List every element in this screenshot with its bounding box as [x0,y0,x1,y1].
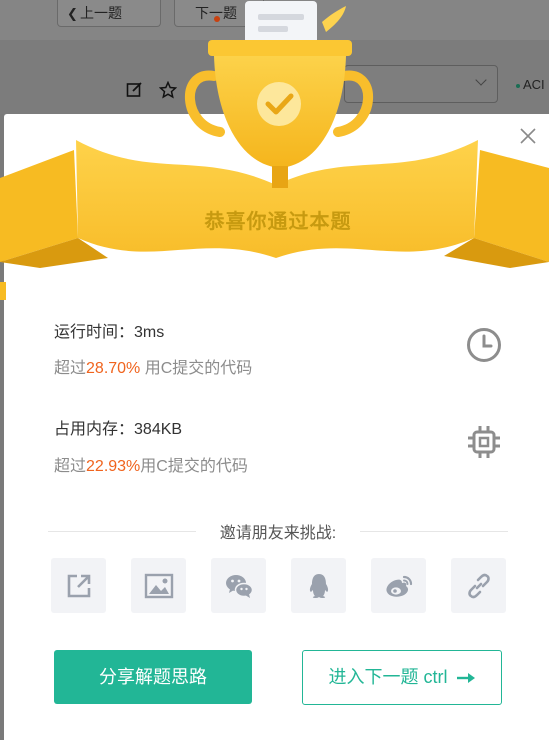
arrow-right-icon [456,652,476,705]
next-problem-button[interactable]: 下一题 [174,0,264,27]
copy-link-button[interactable] [451,558,506,613]
share-wechat-button[interactable] [211,558,266,613]
external-share-icon [67,574,90,597]
clock-icon [466,327,502,363]
status-dot [516,83,520,88]
share-image-button[interactable] [131,558,186,613]
star-icon[interactable] [158,80,178,104]
status-indicator: ACI [516,77,545,92]
chevron-down-icon [475,74,487,86]
memory-label: 占用内存： [54,421,135,438]
modal-title: 恭喜你通过本题 [204,211,352,233]
next-problem-modal-label: 进入下一题 ctrl [328,667,448,687]
prev-problem-button[interactable]: ❮ 上一题 [57,0,161,27]
notification-dot [214,16,220,22]
status-label: ACI [523,77,545,92]
next-problem-modal-button[interactable]: 进入下一题 ctrl [302,650,502,705]
share-qq-button[interactable] [291,558,346,613]
image-icon [144,573,173,598]
cpu-chip-icon [466,424,502,460]
runtime-label: 运行时间： [54,324,135,341]
link-icon [467,573,490,598]
runtime-beat-percent: 28.70% [86,360,141,377]
qq-icon [309,573,328,598]
edit-icon[interactable] [126,81,143,103]
memory-beat: 超过22.93%用C提交的代码 [54,452,248,476]
divider-line-right [360,531,508,532]
wechat-icon [225,574,253,598]
runtime-beat-prefix: 超过 [54,360,87,377]
memory-beat-percent: 22.93% [86,458,141,475]
memory-value: 384KB [134,421,183,438]
runtime-value: 3ms [134,324,165,341]
runtime-line: 运行时间：3ms [54,318,164,342]
memory-beat-prefix: 超过 [54,458,87,475]
share-weibo-button[interactable] [371,558,426,613]
memory-beat-suffix: 用C提交的代码 [140,458,248,475]
close-icon [520,128,536,144]
prev-problem-label: 上一题 [80,5,122,21]
share-solution-button[interactable]: 分享解题思路 [54,650,252,704]
chevron-left-icon: ❮ [67,6,78,21]
runtime-beat: 超过28.70% 用C提交的代码 [54,354,252,378]
invite-divider: 邀请朋友来挑战: [48,519,508,542]
language-select[interactable] [344,65,498,103]
close-button[interactable] [518,126,538,146]
runtime-beat-suffix: 用C提交的代码 [140,360,253,377]
share-external-button[interactable] [51,558,106,613]
weibo-icon [385,575,412,597]
memory-line: 占用内存：384KB [54,415,182,439]
